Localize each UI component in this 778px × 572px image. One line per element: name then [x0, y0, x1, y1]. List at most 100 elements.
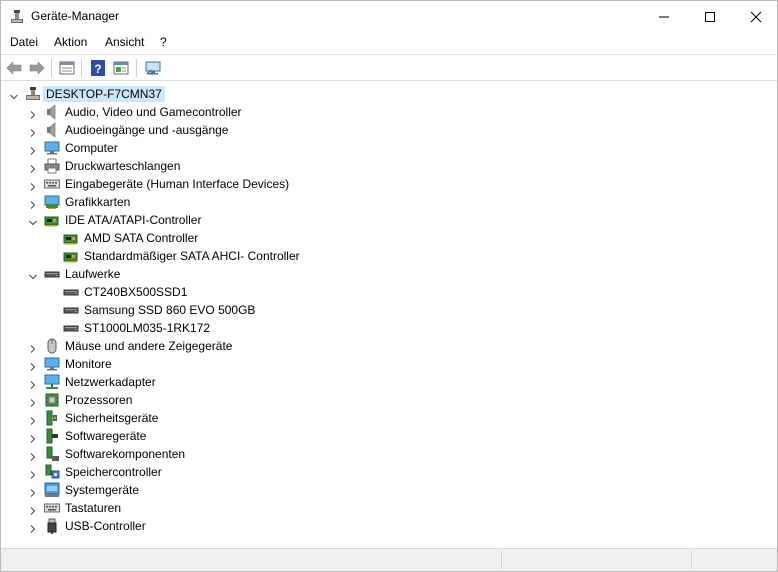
tree-category-node[interactable]: Softwaregeräte	[1, 427, 501, 445]
tree-category-label: USB-Controller	[65, 519, 146, 533]
minimize-icon	[659, 16, 669, 18]
speaker-icon	[44, 104, 60, 120]
chevron-right-icon[interactable]	[29, 360, 37, 371]
chevron-right-icon[interactable]	[29, 126, 37, 137]
help-icon: ?	[91, 60, 105, 76]
tree-category-label: Monitore	[65, 357, 112, 371]
properties-button[interactable]	[56, 58, 78, 78]
scan-hardware-icon	[145, 61, 161, 75]
chevron-right-icon[interactable]	[29, 414, 37, 425]
chevron-right-icon[interactable]	[29, 180, 37, 191]
title-bar[interactable]: Geräte-Manager	[1, 1, 777, 32]
chevron-down-icon[interactable]	[29, 270, 37, 280]
tree-category-node[interactable]: Druckwarteschlangen	[1, 157, 501, 175]
tree-category-node[interactable]: Softwarekomponenten	[1, 445, 501, 463]
tree-category-node[interactable]: Audioeingänge und -ausgänge	[1, 121, 501, 139]
toolbar-separator	[81, 59, 82, 77]
chevron-right-icon[interactable]	[29, 450, 37, 461]
back-button[interactable]	[3, 58, 25, 78]
tree-device-node[interactable]: Standardmäßiger SATA AHCI- Controller	[1, 247, 501, 265]
disk-drive-icon	[44, 266, 60, 282]
chevron-down-icon[interactable]	[29, 216, 37, 226]
tree-category-label: Laufwerke	[65, 267, 121, 281]
tree-category-node[interactable]: Computer	[1, 139, 501, 157]
tree-category-node[interactable]: Systemgeräte	[1, 481, 501, 499]
tree-category-node[interactable]: Prozessoren	[1, 391, 501, 409]
minimize-button[interactable]	[641, 1, 687, 32]
tree-category-node[interactable]: Eingabegeräte (Human Interface Devices)	[1, 175, 501, 193]
display-adapter-icon	[44, 194, 60, 210]
chevron-right-icon[interactable]	[29, 432, 37, 443]
tree-category-label: Prozessoren	[65, 393, 133, 407]
tree-root-label: DESKTOP-F7CMN37	[43, 86, 165, 102]
tree-category-node[interactable]: IDE ATA/ATAPI-Controller	[1, 211, 501, 229]
tree-category-node[interactable]: Sicherheitsgeräte	[1, 409, 501, 427]
tree-category-node[interactable]: Monitore	[1, 355, 501, 373]
tree-device-node[interactable]: AMD SATA Controller	[1, 229, 501, 247]
scan-hardware-button[interactable]	[142, 58, 164, 78]
close-button[interactable]	[733, 1, 778, 32]
tree-category-label: Audio, Video und Gamecontroller	[65, 105, 242, 119]
chevron-right-icon[interactable]	[29, 198, 37, 209]
status-cell	[691, 551, 777, 569]
chevron-right-icon[interactable]	[29, 108, 37, 119]
tree-category-node[interactable]: Netzwerkadapter	[1, 373, 501, 391]
status-bar	[1, 548, 777, 571]
speaker-icon	[44, 122, 60, 138]
tree-category-label: Mäuse und andere Zeigegeräte	[65, 339, 233, 353]
tree-category-node[interactable]: Mäuse und andere Zeigegeräte	[1, 337, 501, 355]
tree-category-node[interactable]: Laufwerke	[1, 265, 501, 283]
menu-aktion[interactable]: Aktion	[54, 35, 87, 49]
chevron-right-icon[interactable]	[29, 396, 37, 407]
disk-drive-icon	[63, 320, 79, 336]
chevron-right-icon[interactable]	[29, 162, 37, 173]
tree-device-node[interactable]: CT240BX500SSD1	[1, 283, 501, 301]
chevron-right-icon[interactable]	[29, 342, 37, 353]
tree-device-label: ST1000LM035-1RK172	[84, 321, 211, 335]
software-component-icon	[44, 446, 60, 462]
back-arrow-icon	[6, 61, 22, 75]
tree-category-node[interactable]: Tastaturen	[1, 499, 501, 517]
storage-controller-icon	[44, 464, 60, 480]
printer-icon	[44, 158, 60, 174]
device-tree: DESKTOP-F7CMN37 Audio, Video und Gamecon…	[1, 82, 777, 547]
chevron-right-icon[interactable]	[29, 144, 37, 155]
tree-category-label: Sicherheitsgeräte	[65, 411, 159, 425]
ide-controller-icon	[44, 212, 60, 228]
status-cell	[501, 551, 691, 569]
chevron-right-icon[interactable]	[29, 522, 37, 533]
maximize-button[interactable]	[687, 1, 733, 32]
menu-ansicht[interactable]: Ansicht	[105, 35, 144, 49]
system-device-icon	[44, 482, 60, 498]
view-button[interactable]	[110, 58, 132, 78]
tree-category-node[interactable]: Audio, Video und Gamecontroller	[1, 103, 501, 121]
chevron-down-icon[interactable]	[10, 90, 18, 100]
chevron-right-icon[interactable]	[29, 504, 37, 515]
menu-bar: Datei Aktion Ansicht ?	[1, 32, 777, 53]
keyboard-icon	[44, 176, 60, 192]
tree-device-label: Standardmäßiger SATA AHCI- Controller	[84, 249, 300, 263]
forward-button[interactable]	[26, 58, 48, 78]
tree-category-node[interactable]: USB-Controller	[1, 517, 501, 535]
menu-datei[interactable]: Datei	[10, 35, 38, 49]
toolbar-separator	[51, 59, 52, 77]
tree-category-node[interactable]: Speichercontroller	[1, 463, 501, 481]
help-button[interactable]: ?	[87, 58, 109, 78]
menu-help[interactable]: ?	[160, 35, 167, 49]
toolbar: ?	[1, 54, 777, 81]
tree-device-node[interactable]: ST1000LM035-1RK172	[1, 319, 501, 337]
device-manager-window: Geräte-Manager Datei Aktion Ansicht ? ? …	[0, 0, 778, 572]
tree-device-node[interactable]: Samsung SSD 860 EVO 500GB	[1, 301, 501, 319]
monitor-icon	[44, 356, 60, 372]
properties-icon	[59, 61, 75, 75]
chevron-right-icon[interactable]	[29, 468, 37, 479]
tree-category-label: Softwaregeräte	[65, 429, 147, 443]
disk-drive-icon	[63, 302, 79, 318]
chevron-right-icon[interactable]	[29, 486, 37, 497]
chevron-right-icon[interactable]	[29, 378, 37, 389]
forward-arrow-icon	[29, 61, 45, 75]
tree-category-node[interactable]: Grafikkarten	[1, 193, 501, 211]
keyboard-icon	[44, 500, 60, 516]
tree-category-label: Netzwerkadapter	[65, 375, 156, 389]
tree-root-node[interactable]: DESKTOP-F7CMN37	[1, 85, 201, 103]
